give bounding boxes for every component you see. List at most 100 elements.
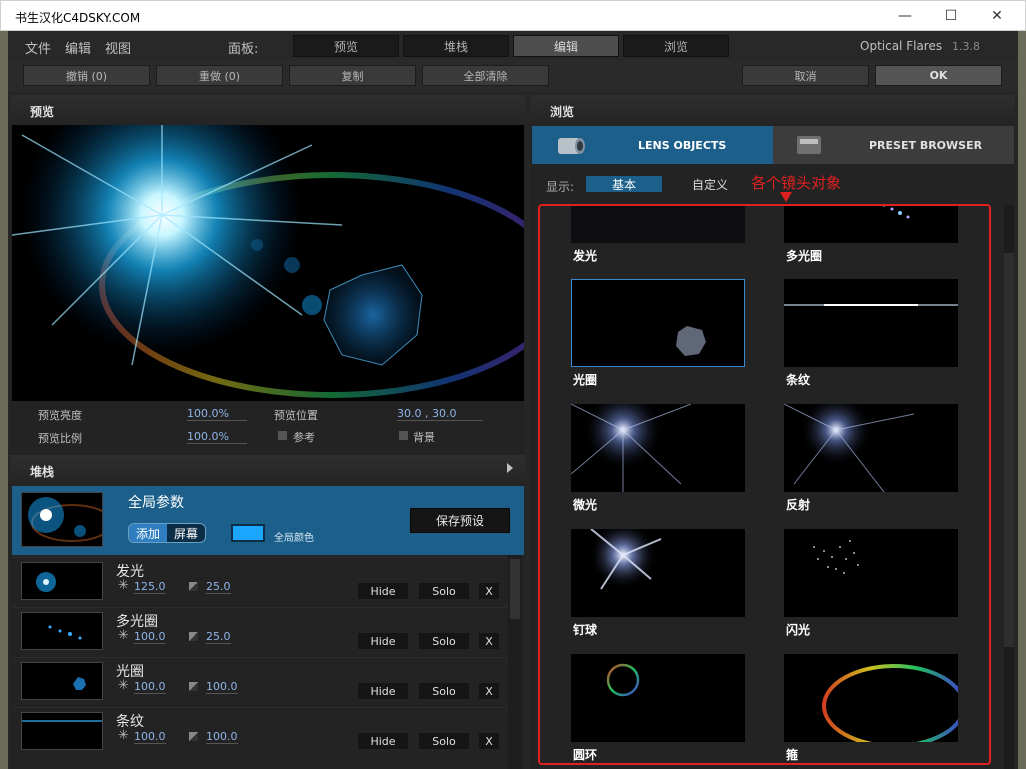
layer-brightness-value[interactable]: 100.0	[134, 680, 166, 694]
preview-header: 预览	[10, 95, 525, 125]
stack-scrollbar[interactable]	[508, 555, 522, 769]
tab-browse[interactable]: 浏览	[623, 35, 729, 57]
layer-hide-button[interactable]: Hide	[358, 633, 408, 649]
layer-scale-value[interactable]: 100.0	[206, 730, 238, 744]
scale-icon	[188, 681, 199, 692]
stack-layer-row[interactable]: 光圈 ✳ 100.0 100.0 Hide Solo X	[12, 657, 508, 705]
blend-screen-option[interactable]: 屏幕	[167, 524, 205, 542]
tab-edit[interactable]: 编辑	[513, 35, 619, 57]
brightness-icon: ✳	[118, 678, 129, 693]
menu-file[interactable]: 文件	[25, 38, 51, 57]
tab-preview[interactable]: 预览	[293, 35, 399, 57]
browser-scrollbar[interactable]	[1004, 205, 1014, 769]
preview-brightness-value[interactable]: 100.0%	[187, 407, 247, 421]
lens-object-label: 钉球	[573, 623, 598, 637]
glint-preview	[571, 404, 745, 492]
copy-button[interactable]: 复制	[289, 65, 416, 86]
stack-layer-row[interactable]: 条纹 ✳ 100.0 100.0 Hide Solo X	[12, 707, 508, 755]
save-preset-button[interactable]: 保存预设	[410, 508, 510, 533]
layer-solo-button[interactable]: Solo	[419, 733, 469, 749]
preview-viewport[interactable]	[12, 125, 524, 401]
brand-version: 1.3.8	[952, 40, 980, 53]
minimize-button[interactable]: —	[882, 1, 928, 31]
blend-add-option[interactable]: 添加	[129, 524, 167, 542]
scale-icon	[188, 731, 199, 742]
optical-flares-editor: 文件 编辑 视图 面板: 预览 堆栈 编辑 浏览 Optical Flares …	[8, 31, 1018, 769]
streak-thumb-image	[22, 713, 102, 749]
menu-edit[interactable]: 编辑	[65, 38, 91, 57]
layer-hide-button[interactable]: Hide	[358, 583, 408, 599]
undo-button[interactable]: 撤销 (0)	[23, 65, 150, 86]
menu-view[interactable]: 视图	[105, 38, 131, 57]
brand-name: Optical Flares	[860, 39, 943, 53]
streak-preview	[784, 279, 958, 367]
close-button[interactable]: ✕	[974, 1, 1020, 31]
layer-brightness-value[interactable]: 100.0	[134, 730, 166, 744]
lens-object-label: 反射	[786, 498, 811, 512]
hoop-preview	[784, 654, 958, 742]
global-params-title: 全局参数	[128, 495, 184, 511]
sparkle-preview	[784, 529, 958, 617]
layer-thumbnail	[21, 562, 103, 600]
iris-thumb-image	[22, 663, 102, 699]
layer-thumbnail	[21, 612, 103, 650]
flare-preview-image	[12, 125, 524, 401]
layer-scale-value[interactable]: 25.0	[206, 630, 231, 644]
clear-all-button[interactable]: 全部清除	[422, 65, 549, 86]
redo-button[interactable]: 重做 (0)	[156, 65, 283, 86]
tab-preset-browser[interactable]: PRESET BROWSER	[773, 126, 1014, 164]
global-params-row[interactable]: 全局参数 添加 屏幕 全局颜色 保存预设	[12, 486, 524, 555]
show-label: 显示:	[546, 180, 575, 194]
show-basic-option[interactable]: 基本	[586, 176, 662, 192]
tab-lens-objects[interactable]: LENS OBJECTS	[532, 126, 773, 164]
preview-scale-value[interactable]: 100.0%	[187, 430, 247, 444]
browser-scroll-thumb[interactable]	[1004, 253, 1014, 647]
multi-iris-thumb-image	[22, 613, 102, 649]
layer-scale-value[interactable]: 100.0	[206, 680, 238, 694]
ok-button[interactable]: OK	[875, 65, 1002, 86]
preview-scale-label: 预览比例	[38, 432, 82, 445]
cancel-button[interactable]: 取消	[742, 65, 869, 86]
glow-preview	[571, 205, 745, 243]
layer-thumbnail	[21, 712, 103, 750]
menu-bar: 文件 编辑 视图 面板: 预览 堆栈 编辑 浏览 Optical Flares …	[8, 31, 1018, 60]
reference-checkbox[interactable]	[277, 430, 288, 441]
layer-remove-button[interactable]: X	[479, 583, 499, 599]
stack-layer-row[interactable]: 多光圈 ✳ 100.0 25.0 Hide Solo X	[12, 607, 508, 655]
preview-position-value[interactable]: 30.0 , 30.0	[397, 407, 483, 421]
tab-stack[interactable]: 堆栈	[403, 35, 509, 57]
lens-object-label: 光圈	[573, 373, 598, 387]
background-checkbox[interactable]	[398, 430, 409, 441]
layer-remove-button[interactable]: X	[479, 633, 499, 649]
tab-preset-browser-label: PRESET BROWSER	[869, 138, 983, 152]
left-panel: 预览 预览亮度 100.0% 预览比例 100.0% 预览位置 30.0 , 3…	[10, 95, 525, 769]
layer-thumbnail	[21, 662, 103, 700]
stack-scroll-thumb[interactable]	[510, 559, 520, 619]
layer-scale-value[interactable]: 25.0	[206, 580, 231, 594]
iris-preview	[571, 279, 745, 367]
layer-hide-button[interactable]: Hide	[358, 733, 408, 749]
stack-expand-icon[interactable]	[507, 463, 513, 473]
maximize-button[interactable]: ☐	[928, 1, 974, 31]
global-color-swatch[interactable]	[231, 524, 265, 542]
lens-icon	[558, 138, 585, 154]
lens-object-label: 圆环	[573, 748, 598, 762]
layer-solo-button[interactable]: Solo	[419, 683, 469, 699]
layer-solo-button[interactable]: Solo	[419, 633, 469, 649]
blend-mode-toggle[interactable]: 添加 屏幕	[128, 523, 206, 543]
show-custom-option[interactable]: 自定义	[680, 176, 740, 192]
layer-brightness-value[interactable]: 100.0	[134, 630, 166, 644]
layer-brightness-value[interactable]: 125.0	[134, 580, 166, 594]
lens-object-label: 多光圈	[786, 249, 823, 263]
global-color-label: 全局颜色	[274, 533, 314, 544]
stack-layer-row[interactable]: 发光 ✳ 125.0 25.0 Hide Solo X	[12, 557, 508, 605]
spike-ball-preview	[571, 529, 745, 617]
layer-remove-button[interactable]: X	[479, 683, 499, 699]
scale-icon	[188, 631, 199, 642]
layer-remove-button[interactable]: X	[479, 733, 499, 749]
layer-hide-button[interactable]: Hide	[358, 683, 408, 699]
layer-solo-button[interactable]: Solo	[419, 583, 469, 599]
toolbar: 撤销 (0) 重做 (0) 复制 全部清除 取消 OK	[8, 60, 1018, 92]
reference-label: 参考	[293, 431, 315, 444]
lens-objects-grid: 发光 多光圈 光圈 条纹 微光 反射 钉球 闪光 圆环 箍	[538, 205, 990, 769]
